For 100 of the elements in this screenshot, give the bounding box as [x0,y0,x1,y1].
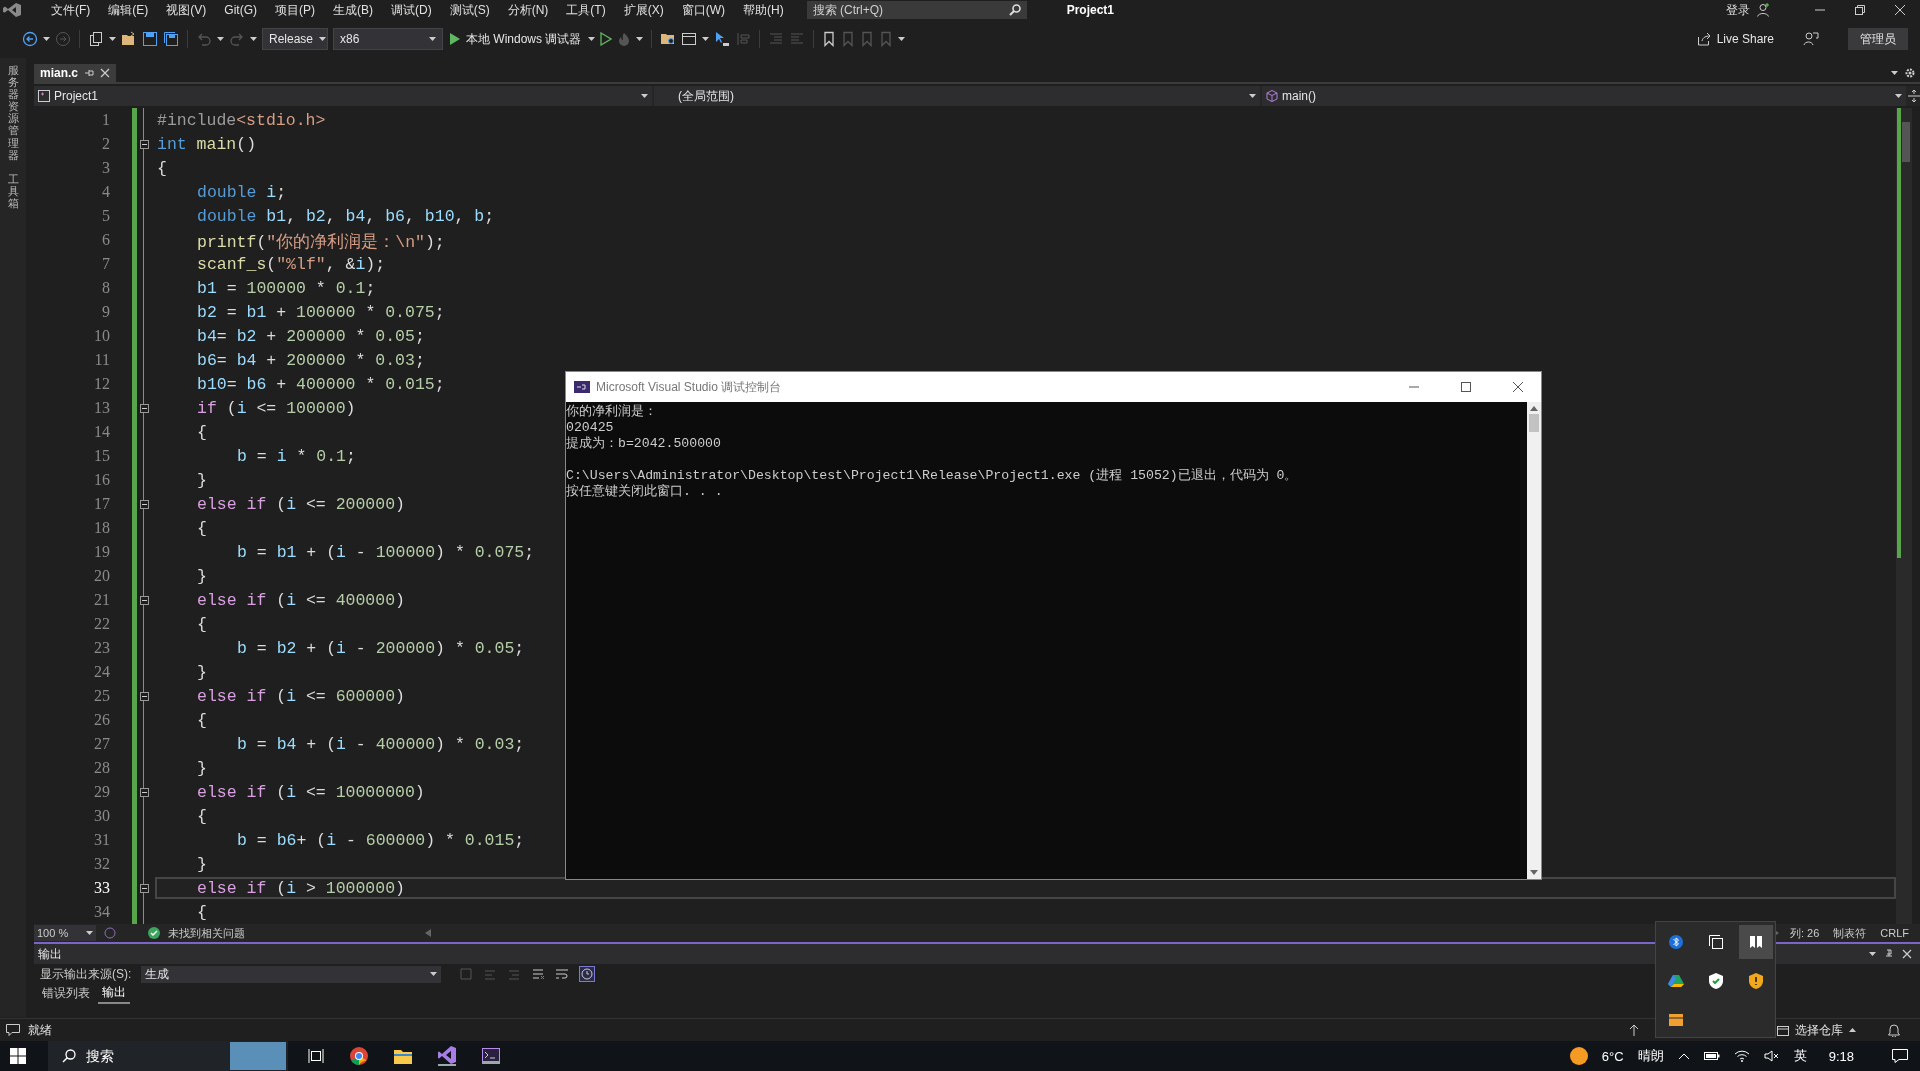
weather-text[interactable]: 晴朗 [1637,1047,1664,1065]
caret-icon[interactable] [588,37,596,41]
search-field[interactable]: 搜索 (Ctrl+Q) [806,1,1027,19]
scrollbar[interactable] [1527,402,1541,879]
visual-studio-icon[interactable] [438,1046,456,1066]
windows-start-icon[interactable] [10,1048,26,1064]
caret-icon[interactable] [1869,952,1876,956]
side-panel-tab[interactable]: 服务器资源管理器 [7,64,19,161]
drive-icon[interactable] [1668,973,1684,988]
shield-icon[interactable] [1709,972,1723,989]
notification-icon[interactable] [1892,1049,1908,1063]
menu-item[interactable]: 调试(D) [382,1,441,19]
notification-bell-icon[interactable] [1888,1023,1900,1037]
menu-item[interactable]: Git(G) [215,3,266,17]
clock-icon[interactable] [579,966,596,982]
split-icon[interactable] [1908,90,1920,102]
input-language-indicator[interactable]: 英 [1793,1047,1807,1065]
scroll-left-icon[interactable] [425,929,431,937]
menu-item[interactable]: 文件(F) [42,1,100,19]
chat-icon[interactable] [6,1024,20,1036]
console-icon[interactable] [482,1048,500,1064]
open-folder-icon[interactable] [121,31,137,47]
indent-status[interactable]: 制表符 [1830,925,1870,941]
menu-item[interactable]: 项目(P) [266,1,324,19]
storage-icon[interactable] [1669,1013,1683,1026]
sun-icon[interactable] [1569,1047,1588,1065]
wifi-icon[interactable] [1733,1050,1750,1062]
close-icon[interactable] [1902,949,1912,959]
up-arrow-icon[interactable] [1629,1024,1639,1036]
member-dropdown[interactable]: main() [1262,86,1906,106]
window-icon[interactable] [681,31,698,47]
column-status[interactable]: 列: 26 [1786,925,1823,941]
menu-item[interactable]: 工具(T) [557,1,615,19]
save-icon[interactable] [142,31,158,47]
sign-in-link[interactable]: 登录 [1726,1,1750,19]
folder-icon[interactable] [394,1048,412,1064]
start-debugging-button[interactable]: 本地 Windows 调试器 [448,30,584,48]
configuration-dropdown[interactable]: Release [262,28,328,50]
cursor-icon[interactable] [714,31,731,47]
panel-tab[interactable]: 错误列表 [38,983,94,1003]
collapse-icon[interactable] [139,883,149,893]
save-all-icon[interactable] [163,31,179,47]
volume-muted-icon[interactable] [1763,1050,1780,1062]
scroll-up-icon[interactable] [1530,406,1538,411]
collapse-icon[interactable] [139,139,149,149]
intellicode-icon[interactable] [104,927,116,939]
menu-item[interactable]: 测试(S) [440,1,499,19]
clear-all-icon[interactable] [531,967,546,981]
repository-selector[interactable]: 选择仓库 [1777,1021,1856,1039]
caret-icon[interactable] [898,37,906,41]
scope-dropdown[interactable]: (全局范围) [654,86,1260,106]
task-view-icon[interactable] [308,1048,324,1064]
collapse-icon[interactable] [139,691,149,701]
scroll-thumb[interactable] [1902,122,1910,162]
menu-item[interactable]: 编辑(E) [99,1,158,19]
feedback-icon[interactable] [1803,31,1819,47]
bluetooth-icon[interactable] [1669,933,1683,950]
line-ending-status[interactable]: CRLF [1877,927,1912,939]
caret-icon[interactable] [109,37,116,41]
scrollbar[interactable] [1896,108,1912,924]
back-icon[interactable] [22,31,38,47]
menu-item[interactable]: 生成(B) [324,1,382,19]
person-icon[interactable] [1756,3,1770,17]
menu-item[interactable]: 窗口(W) [672,1,734,19]
browser-icon[interactable] [350,1047,368,1065]
word-wrap-icon[interactable] [555,967,570,981]
new-item-icon[interactable] [88,31,104,47]
issues-status[interactable]: 未找到相关问题 [168,925,245,941]
folder-search-icon[interactable] [660,31,677,47]
collapse-icon[interactable] [139,787,149,797]
collapse-icon[interactable] [139,403,149,413]
caret-icon[interactable] [702,37,710,41]
collapse-icon[interactable] [139,499,149,509]
run-outline-icon[interactable] [600,32,613,46]
admin-button[interactable]: 管理员 [1848,28,1908,50]
zoom-dropdown[interactable]: 100 % [34,925,96,941]
bookmark-icon[interactable] [822,31,837,47]
scroll-thumb[interactable] [1529,414,1539,432]
project-dropdown[interactable]: Project1 [34,86,652,106]
caret-icon[interactable] [1891,71,1898,75]
chevron-up-icon[interactable] [1677,1052,1690,1060]
temperature-text[interactable]: 6°C [1601,1048,1624,1064]
battery-icon[interactable] [1703,1051,1720,1061]
side-panel-tab[interactable]: 工具箱 [7,172,19,210]
collapse-icon[interactable] [139,595,149,605]
menu-item[interactable]: 分析(N) [498,1,558,19]
platform-dropdown[interactable]: x86 [333,28,443,50]
settings-icon[interactable] [1904,67,1916,79]
shield-warning-icon[interactable] [1749,972,1763,989]
clock-text[interactable]: 9:18 [1828,1048,1854,1064]
output-source-dropdown[interactable]: 生成 [141,965,442,983]
editor-tab[interactable]: mian.c [34,64,116,82]
menu-item[interactable]: 视图(V) [157,1,216,19]
scroll-down-icon[interactable] [1530,870,1538,875]
live-share-button[interactable]: Live Share [1696,32,1774,46]
caret-icon[interactable] [43,37,50,41]
close-icon[interactable] [100,68,110,78]
menu-item[interactable]: 帮助(H) [734,1,793,19]
menu-item[interactable]: 扩展(X) [614,1,673,19]
copy-icon[interactable] [1709,934,1723,949]
